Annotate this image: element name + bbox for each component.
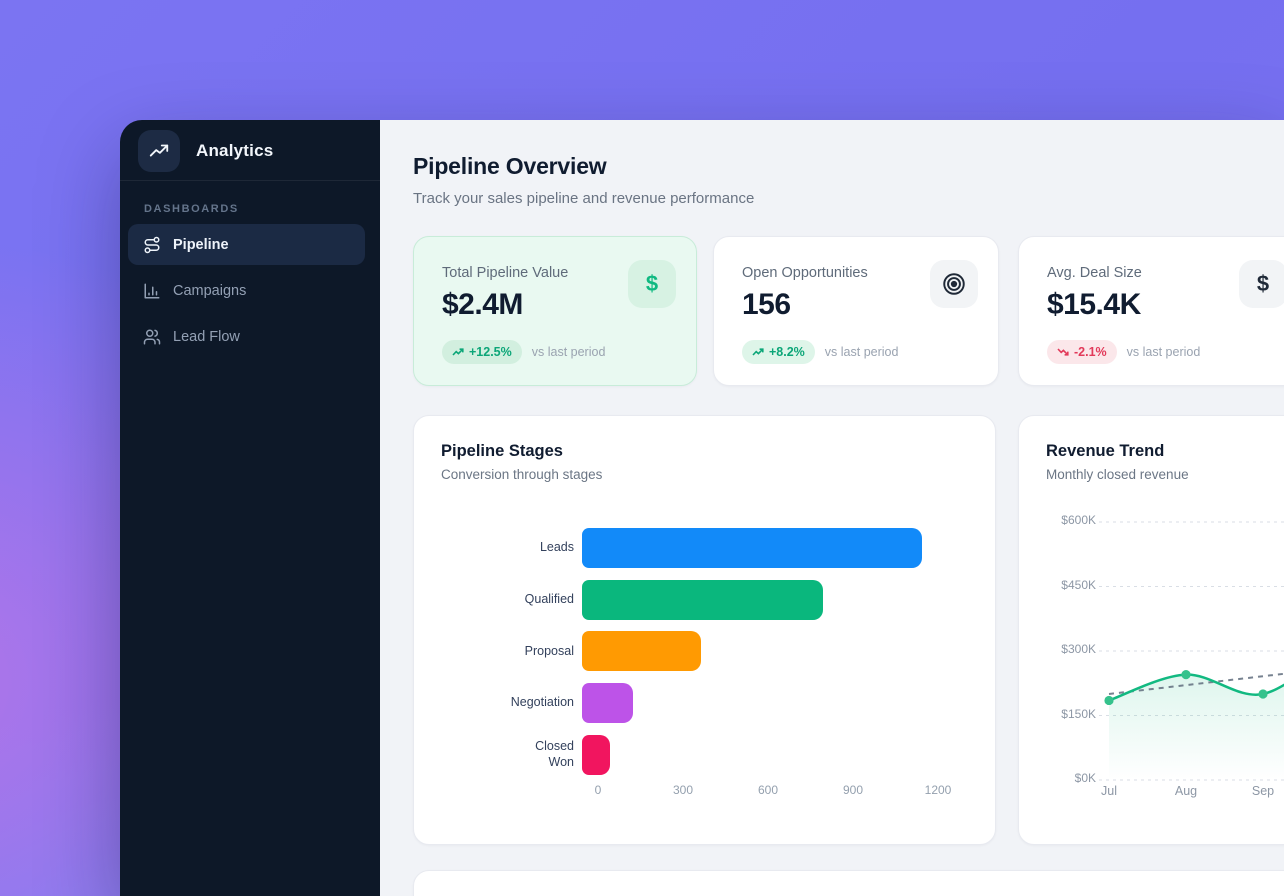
trending-up-icon [752, 347, 764, 357]
change-value: -2.1% [1074, 345, 1107, 359]
stage-label: Leads [438, 540, 582, 556]
trending-up-icon [138, 130, 180, 172]
change-value: +12.5% [469, 345, 512, 359]
data-point[interactable] [1104, 696, 1113, 705]
stage-bar-negotiation[interactable] [582, 683, 633, 723]
stage-track [582, 683, 957, 723]
x-tick-label: 0 [595, 783, 602, 797]
dollar-icon: $ [628, 260, 676, 308]
sidebar-nav: Pipeline Campaigns Lead Flow [128, 224, 365, 362]
main-content: Pipeline Overview Track your sales pipel… [380, 120, 1284, 896]
trending-up-icon [452, 347, 464, 357]
kpi-card-open-opportunities[interactable]: Open Opportunities 156 +8.2% vs last per… [713, 236, 999, 386]
revenue-trend-card: Revenue Trend Monthly closed revenue $0K… [1018, 415, 1284, 845]
change-badge: +8.2% [742, 340, 815, 364]
sidebar-section-label: DASHBOARDS [144, 203, 239, 215]
stage-track [582, 528, 957, 568]
stage-track [582, 735, 957, 775]
kpi-card-total-pipeline-value[interactable]: Total Pipeline Value $2.4M +12.5% vs las… [413, 236, 697, 386]
x-tick-label: 1200 [925, 783, 952, 797]
kpi-footer: -2.1% vs last period [1047, 340, 1200, 364]
stage-row: Qualified [438, 580, 971, 620]
pipeline-stages-card: Pipeline Stages Conversion through stage… [413, 415, 996, 845]
x-tick-label: 300 [673, 783, 693, 797]
kpi-footer: +12.5% vs last period [442, 340, 605, 364]
sidebar-item-label: Pipeline [173, 237, 229, 253]
x-tick-label: 900 [843, 783, 863, 797]
change-value: +8.2% [769, 345, 805, 359]
dollar-icon: $ [1239, 260, 1284, 308]
kpi-card-avg-deal-size[interactable]: Avg. Deal Size $15.4K -2.1% vs last peri… [1018, 236, 1284, 386]
page-title: Pipeline Overview [413, 153, 606, 180]
stage-axis: 03006009001200 [598, 783, 938, 799]
stage-track [582, 580, 957, 620]
data-point[interactable] [1258, 689, 1267, 698]
app-logo: Analytics [138, 130, 273, 172]
users-icon [143, 328, 161, 346]
stage-label: Proposal [438, 644, 582, 660]
stage-rows: Leads Qualified Proposal Negotiation Closed … [438, 528, 971, 786]
chart-subtitle: Conversion through stages [441, 467, 602, 482]
sidebar-item-label: Lead Flow [173, 329, 240, 345]
stage-bar-proposal[interactable] [582, 631, 701, 671]
target-icon [930, 260, 978, 308]
sidebar-divider [120, 180, 380, 181]
kpi-footer: +8.2% vs last period [742, 340, 898, 364]
trend-svg [1099, 516, 1284, 806]
sidebar-item-campaigns[interactable]: Campaigns [128, 270, 365, 311]
sidebar-item-label: Campaigns [173, 283, 246, 299]
desktop-background: Analytics DASHBOARDS Pipeline Campaigns [0, 0, 1284, 896]
chart-title: Pipeline Stages [441, 442, 563, 461]
app-window: Analytics DASHBOARDS Pipeline Campaigns [120, 120, 1284, 896]
area-fill [1109, 642, 1284, 780]
data-point[interactable] [1181, 670, 1190, 679]
stage-bar-closed-won[interactable] [582, 735, 610, 775]
stage-bar-leads[interactable] [582, 528, 922, 568]
y-tick-label: $450K [1061, 578, 1096, 592]
trend-yticks: $0K $150K $300K $450K $600K [1037, 416, 1096, 844]
compare-label: vs last period [532, 345, 606, 359]
sidebar: Analytics DASHBOARDS Pipeline Campaigns [120, 120, 380, 896]
route-icon [143, 236, 161, 254]
compare-label: vs last period [825, 345, 899, 359]
sidebar-item-lead-flow[interactable]: Lead Flow [128, 316, 365, 357]
y-tick-label: $0K [1075, 771, 1096, 785]
stage-row: Proposal [438, 631, 971, 671]
x-tick-label: 600 [758, 783, 778, 797]
stage-row: Leads [438, 528, 971, 568]
change-badge: +12.5% [442, 340, 522, 364]
stage-label: Negotiation [438, 695, 582, 711]
stage-bar-qualified[interactable] [582, 580, 823, 620]
stage-label: Closed Won [438, 739, 582, 770]
page-subtitle: Track your sales pipeline and revenue pe… [413, 190, 754, 207]
change-badge: -2.1% [1047, 340, 1117, 364]
trending-down-icon [1057, 347, 1069, 357]
stage-row: Closed Won [438, 735, 971, 775]
stage-row: Negotiation [438, 683, 971, 723]
bar-chart-icon [143, 282, 161, 300]
partial-card [413, 870, 1284, 896]
y-tick-label: $300K [1061, 642, 1096, 656]
stage-label: Qualified [438, 592, 582, 608]
app-title: Analytics [196, 141, 273, 161]
y-tick-label: $600K [1061, 513, 1096, 527]
sidebar-item-pipeline[interactable]: Pipeline [128, 224, 365, 265]
stage-track [582, 631, 957, 671]
compare-label: vs last period [1127, 345, 1201, 359]
y-tick-label: $150K [1061, 707, 1096, 721]
